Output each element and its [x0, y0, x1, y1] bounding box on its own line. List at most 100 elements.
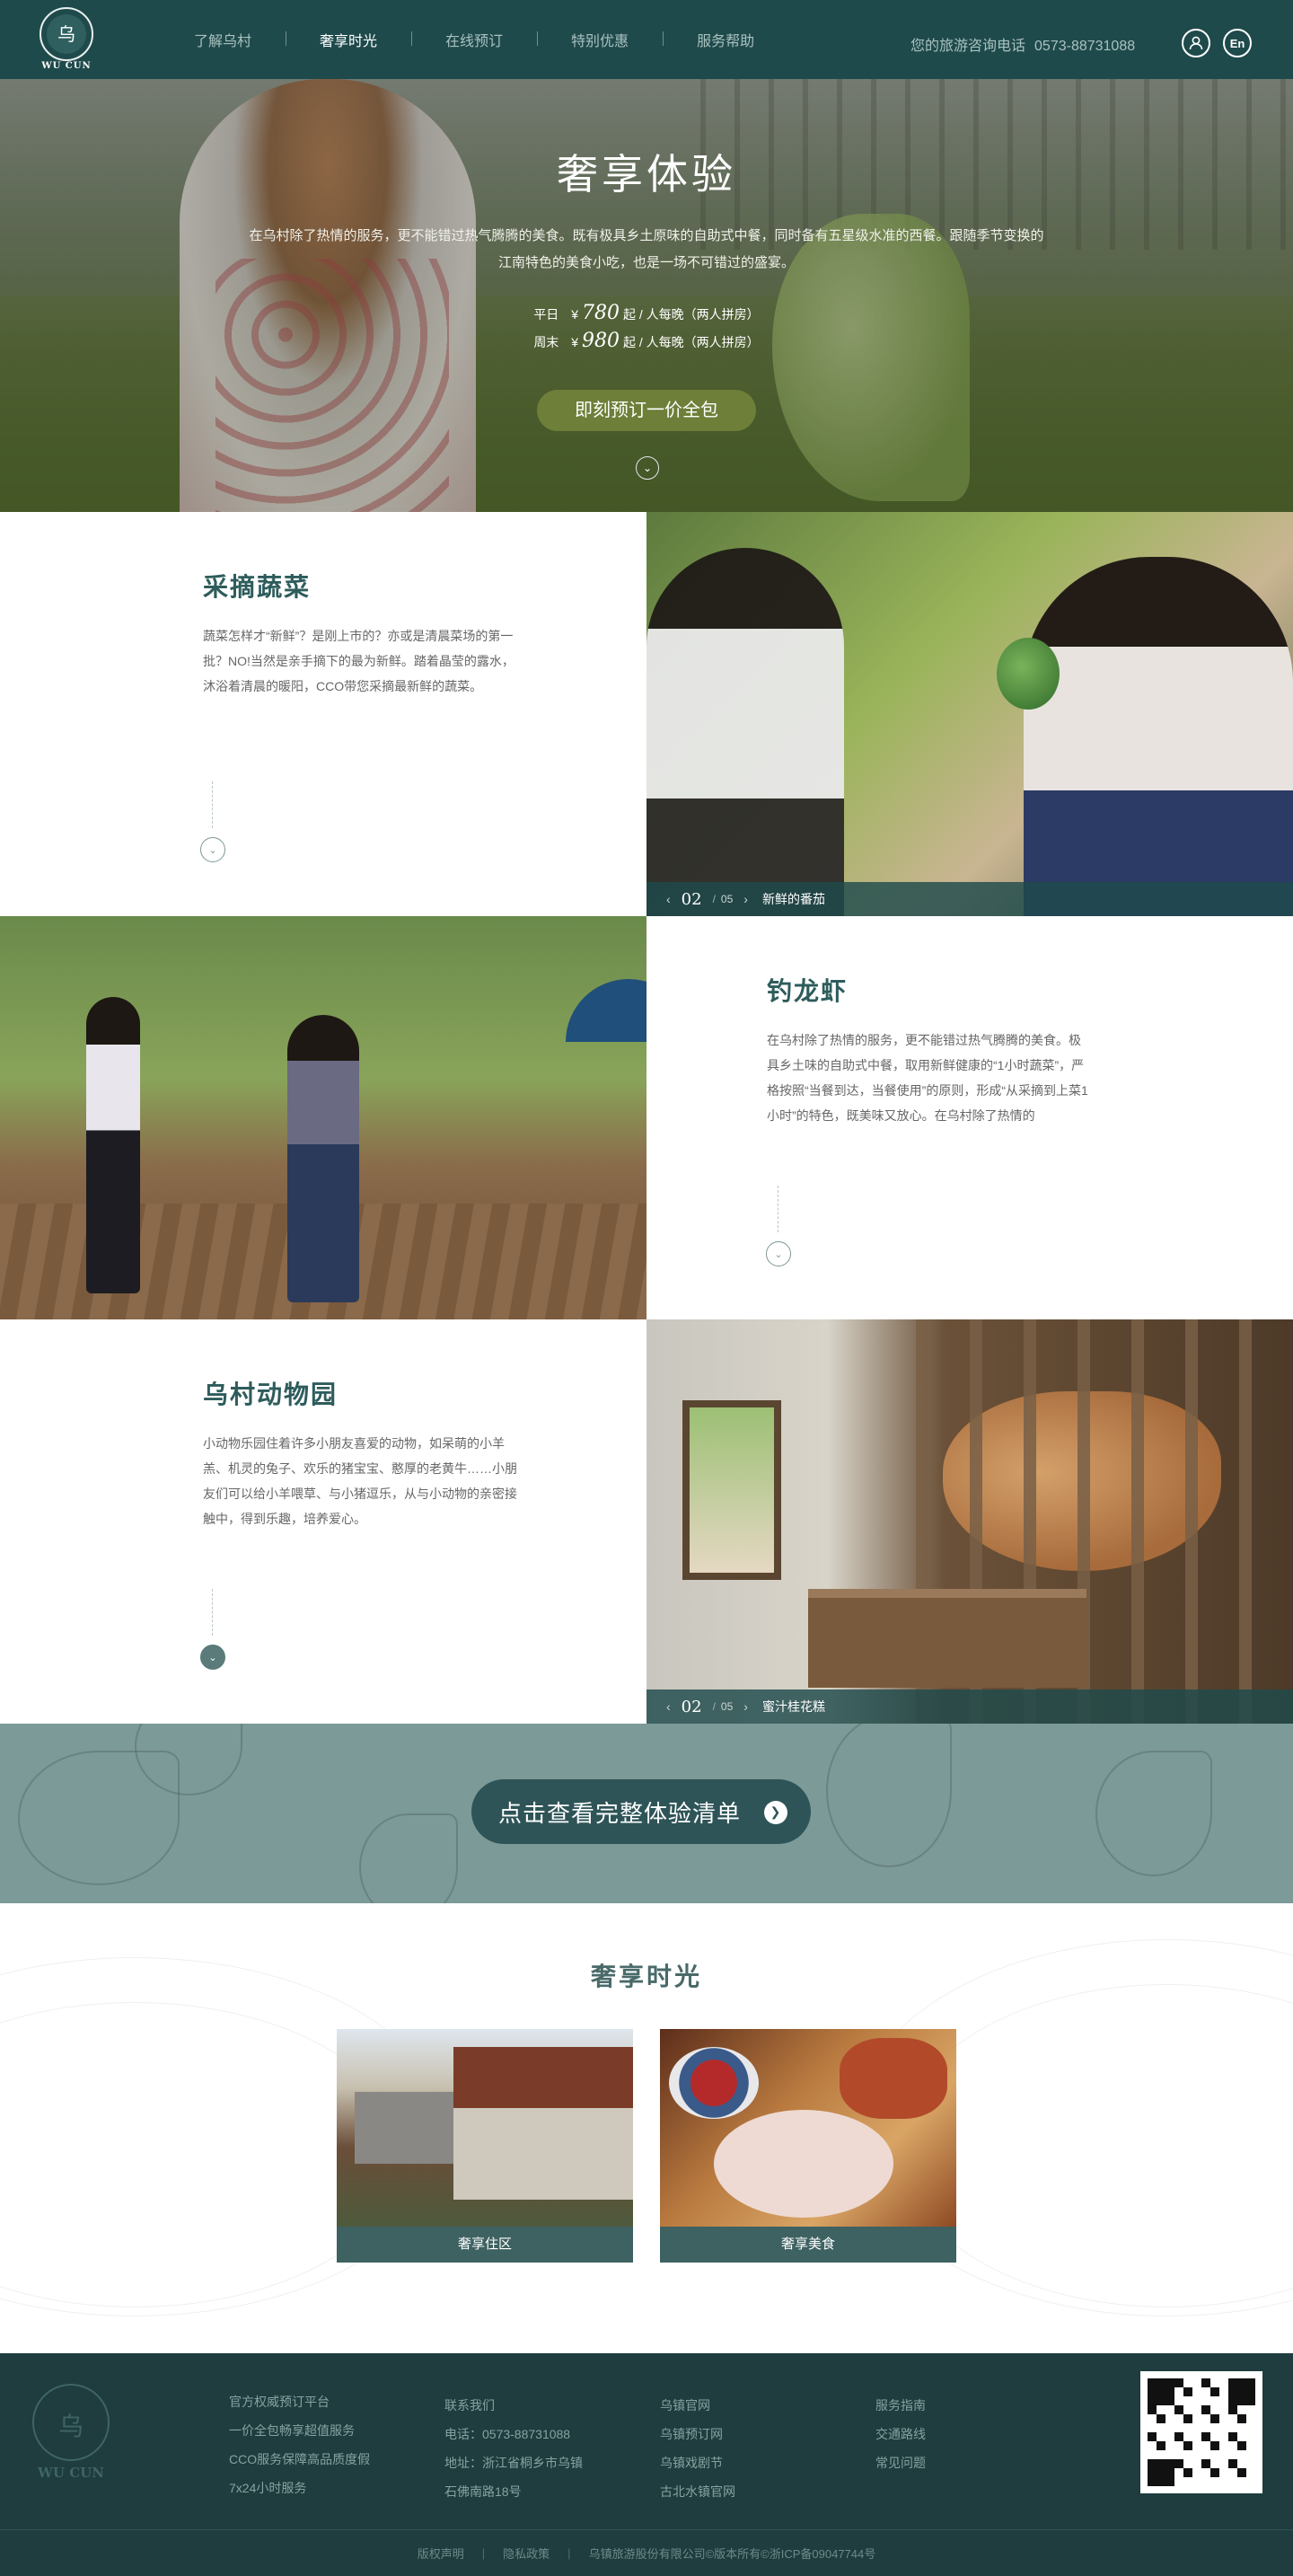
arrow-right-icon: ❯ [764, 1801, 787, 1824]
qr-module [1192, 2468, 1201, 2477]
chevron-down-icon[interactable]: ⌄ [636, 456, 659, 480]
qr-module [1210, 2450, 1219, 2459]
nav-item-luxury-time[interactable]: 奢享时光 [286, 29, 411, 50]
luxury-time-section: 奢享时光 奢享住区 奢享美食 [0, 1903, 1293, 2353]
hero-desc-line-1: 在乌村除了热情的服务，更不能错过热气腾腾的美食。既有极具乡土原味的自助式中餐，同… [249, 228, 1044, 243]
feature-pick-vegetables: 采摘蔬菜 蔬菜怎样才“新鲜”？是刚上市的？亦或是清晨菜场的第一批？NO!当然是亲… [0, 512, 1293, 916]
qr-module [1228, 2387, 1237, 2396]
phone-number: 0573-88731088 [1034, 39, 1136, 54]
qr-module [1148, 2468, 1157, 2477]
copyright-statement-link[interactable]: 版权声明 [418, 2545, 464, 2562]
qr-module [1174, 2459, 1183, 2468]
photo-doorway [682, 1400, 781, 1580]
footer-link[interactable]: 交通路线 [875, 2420, 926, 2448]
footer-link[interactable]: 乌镇预订网 [660, 2420, 735, 2448]
nav-item-special-offers[interactable]: 特别优惠 [537, 29, 663, 50]
qr-module [1174, 2378, 1183, 2387]
footer-col-services: 官方权威预订平台 一价全包畅享超值服务 CCO服务保障高品质度假 7x24小时服… [229, 2387, 370, 2502]
qr-module [1210, 2477, 1219, 2486]
footer-link[interactable]: CCO服务保障高品质度假 [229, 2445, 370, 2474]
qr-module [1157, 2414, 1165, 2423]
footer-link[interactable]: 一价全包畅享超值服务 [229, 2416, 370, 2445]
photo-caption-bar: ‹ 02 / 05 › 蜜汁桂花糕 [646, 1689, 1293, 1724]
qr-module [1246, 2441, 1255, 2450]
slide-total: 05 [720, 893, 734, 905]
qr-module [1237, 2378, 1246, 2387]
qr-module [1157, 2396, 1165, 2405]
language-button[interactable]: En [1223, 29, 1252, 57]
qr-module [1192, 2441, 1201, 2450]
card-luxury-residence[interactable]: 奢享住区 [337, 2029, 633, 2263]
footer-logo[interactable]: 乌 [32, 2384, 110, 2461]
qr-module [1157, 2450, 1165, 2459]
pepper-decoration [1095, 1751, 1212, 1876]
next-arrow-icon[interactable]: › [743, 1699, 748, 1714]
logo-glyph: 乌 [57, 23, 75, 45]
phone-info: 您的旅游咨询电话 0573-88731088 [910, 33, 1135, 55]
nav-item-service-help[interactable]: 服务帮助 [663, 29, 788, 50]
brand-logo[interactable]: 乌 [40, 7, 93, 61]
footer-bottom-bar: 版权声明 | 隐私政策 | 乌镇旅游股份有限公司©版本所有©浙ICP备09047… [0, 2529, 1293, 2576]
cta-label: 点击查看完整体验清单 [498, 1800, 742, 1828]
prev-arrow-icon[interactable]: ‹ [666, 892, 671, 906]
qr-module [1183, 2387, 1192, 2396]
qr-module [1148, 2477, 1157, 2486]
feature-description: 蔬菜怎样才“新鲜”？是刚上市的？亦或是清晨菜场的第一批？NO!当然是亲手摘下的最… [203, 629, 515, 693]
feature-text-panel: 采摘蔬菜 蔬菜怎样才“新鲜”？是刚上市的？亦或是清晨菜场的第一批？NO!当然是亲… [0, 512, 646, 916]
footer-link[interactable]: 古北水镇官网 [660, 2477, 735, 2506]
qr-module [1192, 2378, 1201, 2387]
qr-module [1219, 2387, 1228, 2396]
qr-module [1219, 2441, 1228, 2450]
hero-description: 在乌村除了热情的服务，更不能错过热气腾腾的美食。既有极具乡土原味的自助式中餐，同… [207, 223, 1086, 277]
qr-module [1246, 2432, 1255, 2441]
weekday-price-row: 平日 ¥780 起 / 人每晚（两人拼房） [0, 300, 1293, 328]
prev-arrow-icon[interactable]: ‹ [666, 1699, 671, 1714]
weekend-currency: ¥ [571, 335, 578, 349]
feature-photo-fishing [0, 916, 646, 1320]
chevron-down-icon[interactable]: ⌄ [200, 837, 225, 862]
qr-module [1246, 2468, 1255, 2477]
nav-item-about[interactable]: 了解乌村 [160, 29, 286, 50]
qr-module [1192, 2396, 1201, 2405]
footer-logo-glyph: 乌 [57, 2412, 84, 2441]
footer-link[interactable]: 常见问题 [875, 2448, 926, 2477]
chevron-down-icon[interactable]: ⌄ [200, 1645, 225, 1670]
qr-module [1246, 2405, 1255, 2414]
qr-module [1237, 2441, 1246, 2450]
site-footer: 乌 WU CUN 官方权威预订平台 一价全包畅享超值服务 CCO服务保障高品质度… [0, 2353, 1293, 2576]
photo-boy [1024, 557, 1293, 916]
qr-module [1210, 2396, 1219, 2405]
photo-meat [840, 2038, 947, 2119]
qr-module [1192, 2405, 1201, 2414]
view-full-list-button[interactable]: 点击查看完整体验清单 ❯ [471, 1779, 811, 1844]
photo-melon [997, 638, 1060, 710]
footer-link[interactable]: 服务指南 [875, 2391, 926, 2420]
next-arrow-icon[interactable]: › [743, 892, 748, 906]
qr-module [1201, 2468, 1210, 2477]
qr-module [1165, 2387, 1174, 2396]
qr-module [1157, 2405, 1165, 2414]
qr-module [1237, 2432, 1246, 2441]
nav-item-online-booking[interactable]: 在线预订 [411, 29, 537, 50]
qr-module [1237, 2396, 1246, 2405]
qr-module [1183, 2432, 1192, 2441]
card-luxury-food[interactable]: 奢享美食 [660, 2029, 956, 2263]
footer-link[interactable]: 官方权威预订平台 [229, 2387, 370, 2416]
user-icon[interactable] [1182, 29, 1210, 57]
feature-description: 小动物乐园住着许多小朋友喜爱的动物，如呆萌的小羊羔、机灵的兔子、欢乐的猪宝宝、憨… [203, 1436, 517, 1526]
book-now-button[interactable]: 即刻预订一价全包 [537, 390, 756, 431]
privacy-policy-link[interactable]: 隐私政策 [503, 2545, 550, 2562]
footer-link[interactable]: 乌镇戏剧节 [660, 2448, 735, 2477]
main-menu: 了解乌村 奢享时光 在线预订 特别优惠 服务帮助 [160, 0, 788, 79]
qr-module [1165, 2423, 1174, 2432]
card-photo-residence [337, 2029, 633, 2227]
qr-module [1219, 2396, 1228, 2405]
qr-module [1228, 2450, 1237, 2459]
footer-link[interactable]: 7x24小时服务 [229, 2474, 370, 2502]
footer-link[interactable]: 乌镇官网 [660, 2391, 735, 2420]
chevron-down-icon[interactable]: ⌄ [766, 1241, 791, 1266]
weekday-price: 780 [582, 302, 620, 324]
qr-module [1201, 2459, 1210, 2468]
footer-link[interactable]: 联系我们 [444, 2391, 583, 2420]
qr-module [1219, 2477, 1228, 2486]
